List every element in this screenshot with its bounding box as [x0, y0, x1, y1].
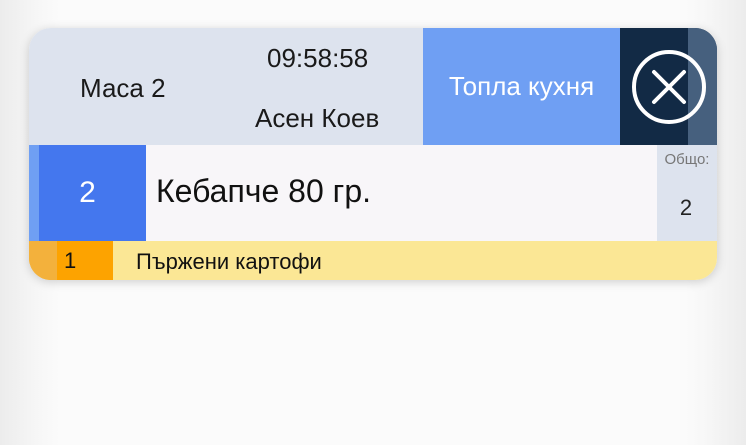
- table-name: Маса 2: [80, 73, 166, 103]
- modifier-row[interactable]: 1 Пържени картофи: [29, 241, 717, 280]
- waiter-name: Асен Коев: [255, 103, 380, 133]
- item-total-value: 2: [679, 195, 693, 220]
- station-label: Топла кухня: [423, 28, 620, 145]
- order-card: Маса 2 09:58:58 Асен Коев Топла кухня 2 …: [29, 28, 717, 280]
- order-time: 09:58:58: [267, 43, 369, 73]
- modifier-name: Пържени картофи: [136, 249, 322, 274]
- item-quantity-cell: 2: [29, 145, 146, 241]
- close-button[interactable]: [620, 28, 717, 145]
- order-header: Маса 2 09:58:58 Асен Коев Топла кухня: [29, 28, 717, 145]
- station-label-text: Топла кухня: [448, 71, 595, 101]
- order-item-row[interactable]: 2 Кебапче 80 гр. Общо: 2: [29, 145, 717, 241]
- item-total-label: Общо:: [664, 151, 710, 168]
- modifier-quantity: 1: [64, 248, 77, 273]
- item-quantity: 2: [79, 176, 96, 209]
- item-total-cell: Общо: 2: [657, 145, 717, 241]
- item-name: Кебапче 80 гр.: [156, 173, 371, 209]
- close-circle-icon[interactable]: [630, 48, 708, 126]
